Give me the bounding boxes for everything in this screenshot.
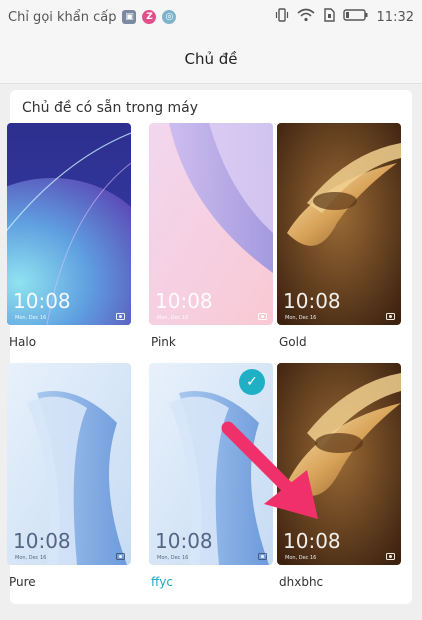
sim-icon [323, 8, 335, 26]
lock-date: Mon, Dec 16 [285, 555, 317, 561]
page-title: Chủ đề [184, 49, 238, 68]
camera-icon [386, 553, 395, 560]
theme-label: Pure [9, 575, 36, 589]
theme-thumbnail: 10:08 Mon, Dec 16 [277, 123, 401, 325]
camera-icon [116, 313, 125, 320]
camera-icon [386, 313, 395, 320]
lock-date: Mon, Dec 16 [157, 315, 189, 321]
lock-clock: 10:08 [283, 529, 341, 553]
clock-time: 11:32 [376, 9, 414, 25]
lock-date: Mon, Dec 16 [157, 555, 189, 561]
vibrate-icon [275, 8, 289, 26]
theme-label: ffyc [151, 575, 173, 589]
lock-clock: 10:08 [155, 529, 213, 553]
theme-thumbnail: ✓ 10:08 Mon, Dec 16 [149, 363, 273, 565]
section-title: Chủ đề có sẵn trong máy [22, 100, 199, 116]
lock-clock: 10:08 [283, 289, 341, 313]
lock-clock: 10:08 [155, 289, 213, 313]
theme-label: Gold [279, 335, 307, 349]
wifi-icon [297, 8, 315, 26]
theme-label: dhxbhc [279, 575, 324, 589]
battery-icon [342, 8, 369, 26]
camera-icon [258, 313, 267, 320]
theme-thumbnail: 10:08 Mon, Dec 16 [277, 363, 401, 565]
carrier-text: Chỉ gọi khẩn cấp [8, 9, 117, 25]
lock-clock: 10:08 [13, 529, 71, 553]
status-bar: Chỉ gọi khẩn cấp ▣ Z ◎ 11:32 [0, 0, 422, 34]
themes-card: Chủ đề có sẵn trong máy 10:08 Mon, Dec 1… [7, 90, 412, 604]
lock-date: Mon, Dec 16 [15, 315, 47, 321]
theme-label: Halo [9, 335, 37, 349]
title-bar: Chủ đề [0, 34, 422, 84]
zalo-icon: Z [142, 10, 157, 24]
gallery-icon: ▣ [122, 10, 137, 24]
theme-thumbnail: 10:08 Mon, Dec 16 [7, 123, 131, 325]
theme-thumbnail: 10:08 Mon, Dec 16 [7, 363, 131, 565]
camera-icon [116, 553, 125, 560]
camera-icon [258, 553, 267, 560]
lock-clock: 10:08 [13, 289, 71, 313]
lock-date: Mon, Dec 16 [15, 555, 47, 561]
theme-thumbnail: 10:08 Mon, Dec 16 [149, 123, 273, 325]
chrome-icon: ◎ [162, 10, 177, 24]
selected-check-icon: ✓ [239, 369, 265, 395]
lock-date: Mon, Dec 16 [285, 315, 317, 321]
theme-label: Pink [151, 335, 176, 349]
